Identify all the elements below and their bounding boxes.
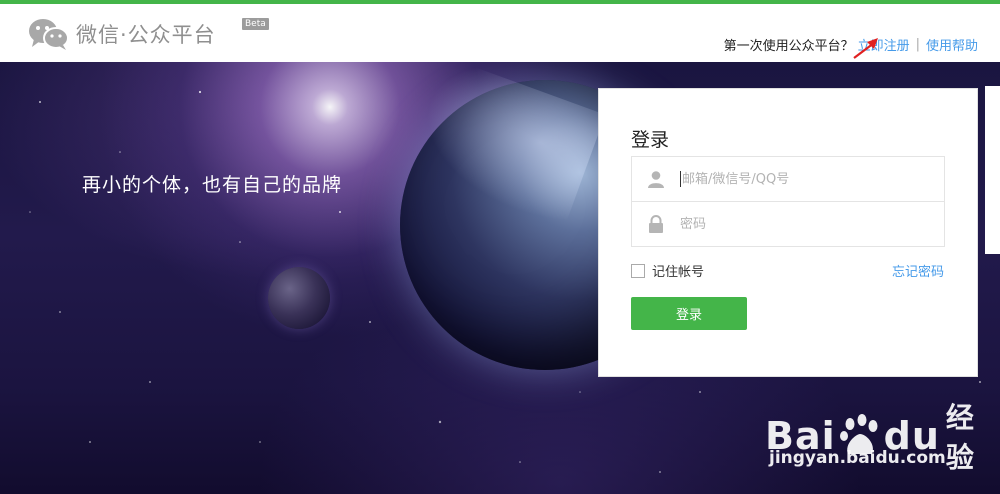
baidu-watermark: Bai du 经验 jingyan.baidu.com — [765, 388, 974, 478]
login-button[interactable]: 登录 — [631, 297, 747, 330]
header: 微信·公众平台 Beta 第一次使用公众平台？ 立即注册 | 使用帮助 — [0, 4, 1000, 62]
password-input[interactable] — [680, 209, 930, 239]
lock-icon — [632, 202, 680, 246]
header-links: 第一次使用公众平台？ 立即注册 | 使用帮助 — [724, 35, 978, 54]
watermark-url: jingyan.baidu.com — [769, 448, 946, 468]
remember-account[interactable]: 记住帐号 — [631, 261, 704, 280]
login-title: 登录 — [631, 129, 670, 151]
account-field — [631, 156, 945, 202]
remember-checkbox[interactable] — [631, 263, 645, 278]
planet-small — [268, 267, 330, 329]
slogan: 再小的个体，也有自己的品牌 — [82, 174, 343, 196]
help-link[interactable]: 使用帮助 — [926, 35, 978, 54]
first-time-text: 第一次使用公众平台？ — [723, 39, 854, 54]
beta-badge: Beta — [242, 18, 269, 30]
side-panel-edge — [985, 86, 1000, 254]
wechat-logo-icon — [28, 17, 70, 51]
text-cursor — [680, 171, 681, 187]
watermark-brand-suffix: 经验 — [945, 401, 975, 474]
user-icon — [632, 157, 680, 201]
password-field — [631, 201, 945, 247]
red-arrow-icon — [853, 38, 878, 59]
account-input[interactable] — [682, 164, 932, 194]
login-panel: 登录 记住帐号 忘记密码 登录 — [598, 88, 978, 377]
remember-label: 记住帐号 — [652, 265, 705, 280]
logo-text: 微信·公众平台 — [76, 23, 216, 47]
link-separator: | — [915, 37, 920, 52]
logo[interactable]: 微信·公众平台 — [28, 16, 216, 52]
forgot-password-link[interactable]: 忘记密码 — [892, 261, 944, 280]
